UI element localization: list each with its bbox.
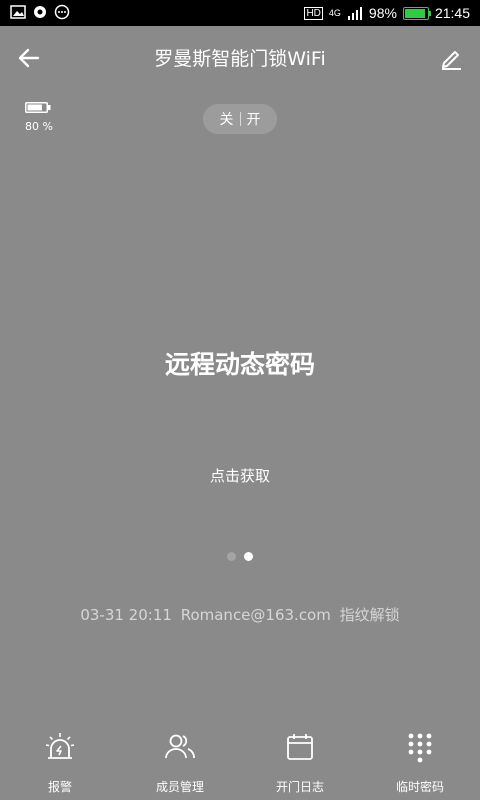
nav-temp-password[interactable]: 临时密码 <box>360 708 480 800</box>
nav-label: 临时密码 <box>395 780 444 794</box>
status-bar: HD 4G 98% 21:45 <box>0 0 480 26</box>
nav-label: 报警 <box>47 780 72 794</box>
members-icon <box>165 734 195 759</box>
device-battery: 80 % <box>25 102 65 133</box>
device-battery-icon <box>25 102 51 113</box>
clock: 21:45 <box>434 5 470 21</box>
more-notifications-icon <box>54 4 70 20</box>
toggle-separator <box>239 112 241 126</box>
gallery-icon <box>10 5 26 19</box>
last-unlock-record: 03-31 20:11 Romance@163.com 指纹解锁 <box>0 604 480 625</box>
bottom-nav: 报警 成员管理 开门日志 临时密码 <box>0 708 480 800</box>
record-user: Romance@163.com <box>180 606 331 624</box>
network-label: 4G <box>328 8 341 18</box>
status-right-icons: HD 4G 98% 21:45 <box>304 4 470 22</box>
dynamic-password-title: 远程动态密码 <box>164 350 315 379</box>
lock-toggle[interactable]: 关 开 <box>203 104 277 134</box>
toggle-on-label[interactable]: 开 <box>247 109 261 129</box>
edit-pencil-icon[interactable] <box>438 45 464 71</box>
nav-label: 开门日志 <box>275 780 324 794</box>
page-dot-1 <box>227 552 236 561</box>
record-method: 指纹解锁 <box>339 606 400 624</box>
message-icon <box>34 6 46 18</box>
calendar-icon <box>287 734 313 760</box>
status-left-icons <box>10 4 70 20</box>
get-password-button[interactable]: 点击获取 <box>0 465 480 486</box>
nav-alarm[interactable]: 报警 <box>0 708 120 800</box>
keypad-icon <box>408 733 432 763</box>
alarm-icon <box>45 733 75 759</box>
page-indicator <box>0 552 480 561</box>
back-arrow-icon[interactable] <box>14 43 44 73</box>
toggle-off-label[interactable]: 关 <box>220 109 234 129</box>
nav-unlock-log[interactable]: 开门日志 <box>240 708 360 800</box>
record-time: 03-31 20:11 <box>80 606 172 624</box>
signal-icon <box>347 7 362 20</box>
battery-icon <box>402 6 431 20</box>
hd-label: HD <box>304 6 323 20</box>
device-battery-percent: 80 % <box>25 120 53 133</box>
nav-label: 成员管理 <box>155 780 204 794</box>
page-title: 罗曼斯智能门锁WiFi <box>154 48 326 70</box>
nav-members[interactable]: 成员管理 <box>120 708 240 800</box>
battery-percent: 98% <box>368 5 397 21</box>
app-header: 罗曼斯智能门锁WiFi <box>0 26 480 88</box>
page-dot-2 <box>244 552 253 561</box>
